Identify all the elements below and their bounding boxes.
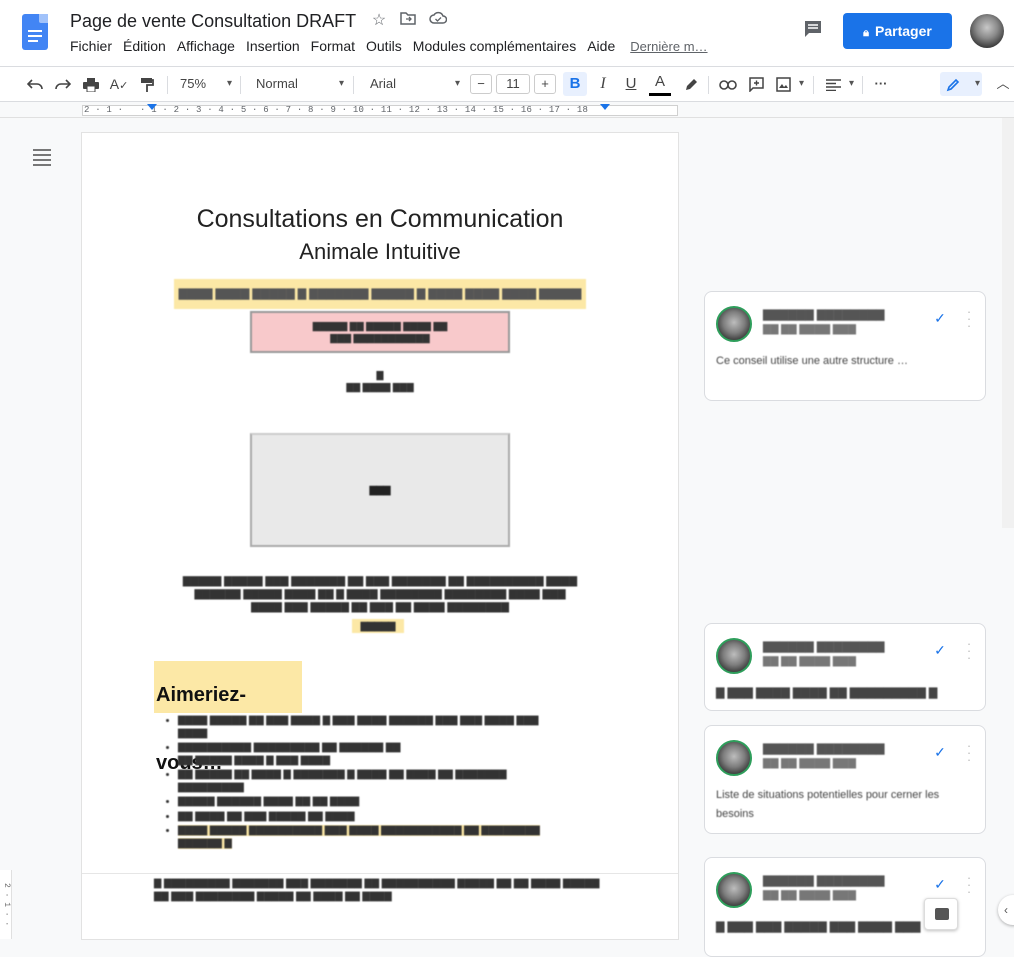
menu-fichier[interactable]: Fichier	[70, 38, 112, 54]
italic-button[interactable]: I	[592, 67, 614, 101]
comment-text: ▇ ▇▇▇ ▇▇▇▇ ▇▇▇▇ ▇▇ ▇▇▇▇▇▇▇▇▇ ▇	[716, 687, 938, 699]
menu-format[interactable]: Format	[311, 38, 355, 54]
print-icon[interactable]	[80, 67, 102, 101]
menu-bar: Fichier Édition Affichage Insertion Format Ou…	[70, 38, 719, 54]
decrease-font-button[interactable]: −	[470, 74, 492, 94]
document-title-line1: Consultations en Communication	[196, 205, 564, 233]
closing-paragraph: ▇ ▇▇▇▇▇▇▇▇▇ ▇▇▇▇▇▇▇ ▇▇▇ ▇▇▇▇▇▇▇ ▇▇ ▇▇▇▇▇…	[154, 878, 600, 902]
resolve-check-icon[interactable]: ✓	[931, 744, 949, 762]
comment-avatar	[716, 306, 752, 342]
comment-time: ▇▇ ▇▇ ▇▇▇▇ ▇▇▇	[763, 890, 856, 901]
lock-icon: 🔒︎	[863, 27, 870, 39]
bullet-list: ▇▇▇▇ ▇▇▇▇▇ ▇▇ ▇▇▇ ▇▇▇▇ ▇ ▇▇▇ ▇▇▇▇ ▇▇▇▇▇▇…	[178, 715, 608, 852]
comment-time: ▇▇ ▇▇ ▇▇▇▇ ▇▇▇	[763, 758, 856, 769]
list-item: ▇▇ ▇▇▇▇ ▇▇ ▇▇▇ ▇▇▇▇▇ ▇▇ ▇▇▇▇	[178, 811, 608, 824]
cloud-status-icon[interactable]	[427, 10, 449, 32]
share-button[interactable]: 🔒︎ Partager	[843, 13, 952, 49]
menu-modules[interactable]: Modules complémentaires	[413, 38, 576, 54]
text-color-button[interactable]: A	[648, 67, 672, 101]
comment-card[interactable]: ▇▇▇▇▇▇ ▇▇▇▇▇▇▇▇ ▇▇ ▇▇ ▇▇▇▇ ▇▇▇ ✓ · · · Ce …	[704, 291, 986, 401]
bold-button[interactable]: B	[563, 72, 587, 96]
editing-mode-icon[interactable]	[940, 72, 982, 96]
menu-edition[interactable]: Édition	[123, 38, 166, 54]
list-item: ▇▇ ▇▇▇▇▇ ▇▇ ▇▇▇▇ ▇ ▇▇▇▇▇▇▇ ▇ ▇▇▇▇ ▇▇ ▇▇▇…	[178, 769, 608, 794]
add-comment-icon[interactable]	[744, 67, 768, 101]
menu-affichage[interactable]: Affichage	[177, 38, 235, 54]
more-vert-icon[interactable]: · · ·	[963, 637, 975, 664]
formatting-toolbar: A✓ 75% Normal Arial − 11 + B I U A ··· ︿	[0, 66, 1014, 102]
comment-text: Liste de situations potentielles pour ce…	[716, 789, 940, 820]
scrollbar[interactable]	[1002, 118, 1014, 528]
insert-image-icon[interactable]	[772, 67, 806, 101]
comment-author: ▇▇▇▇▇▇ ▇▇▇▇▇▇▇▇	[763, 875, 885, 887]
align-icon[interactable]	[822, 67, 856, 101]
comment-author: ▇▇▇▇▇▇ ▇▇▇▇▇▇▇▇	[763, 309, 885, 321]
font-select[interactable]: Arial	[362, 67, 462, 101]
collapse-menus-icon[interactable]: ︿	[994, 67, 1012, 101]
resolve-check-icon[interactable]: ✓	[931, 642, 949, 660]
font-size-input[interactable]: 11	[496, 74, 530, 94]
highlight-icon[interactable]	[680, 67, 702, 101]
underline-button[interactable]: U	[620, 67, 642, 101]
video-placeholder[interactable]: ▇▇▇	[250, 433, 510, 547]
redo-icon[interactable]	[52, 67, 74, 101]
comment-avatar	[716, 638, 752, 674]
star-icon[interactable]: ☆	[368, 10, 390, 32]
cta-box[interactable]: ▇▇▇▇▇ ▇▇ ▇▇▇▇▇ ▇▇▇▇ ▇▇ ▇▇▇ ▇▇▇▇▇▇▇▇▇▇▇	[250, 311, 510, 353]
comment-author: ▇▇▇▇▇▇ ▇▇▇▇▇▇▇▇	[763, 641, 885, 653]
move-folder-icon[interactable]	[397, 10, 419, 32]
list-item: ▇▇▇▇▇ ▇▇▇▇▇▇ ▇▇▇▇ ▇▇ ▇▇ ▇▇▇▇	[178, 796, 608, 809]
text-color-label: A	[654, 73, 665, 90]
style-select[interactable]: Normal	[248, 67, 346, 101]
testimonial-quote: ▇▇▇▇▇ ▇▇▇▇▇ ▇▇▇ ▇▇▇▇▇▇▇ ▇▇ ▇▇▇ ▇▇▇▇▇▇▇ ▇…	[182, 576, 578, 613]
zoom-select[interactable]: 75%	[174, 67, 234, 101]
horizontal-ruler[interactable]: 2 · 1 · · 1 · 2 · 3 · 4 · 5 · 6 · 7 · 8 …	[0, 102, 1014, 118]
resolve-check-icon[interactable]: ✓	[931, 310, 949, 328]
comment-time: ▇▇ ▇▇ ▇▇▇▇ ▇▇▇	[763, 324, 856, 335]
menu-aide[interactable]: Aide	[587, 38, 615, 54]
quote-signature: ▇▇▇▇▇	[352, 619, 404, 633]
resolve-check-icon[interactable]: ✓	[931, 876, 949, 894]
more-options-button[interactable]: ···	[869, 67, 893, 101]
comment-history-icon[interactable]	[801, 19, 825, 43]
list-item: ▇▇▇▇ ▇▇▇▇▇ ▇▇ ▇▇▇ ▇▇▇▇ ▇ ▇▇▇ ▇▇▇▇ ▇▇▇▇▇▇…	[178, 715, 608, 740]
comment-time: ▇▇ ▇▇ ▇▇▇▇ ▇▇▇	[763, 656, 856, 667]
ruler-labels: 2 · 1 · · 1 · 2 · 3 · 4 · 5 · 6 · 7 · 8 …	[84, 105, 589, 115]
highlighted-tagline: ▇▇▇▇ ▇▇▇▇ ▇▇▇▇▇ ▇ ▇▇▇▇▇▇▇ ▇▇▇▇▇ ▇ ▇▇▇▇ ▇…	[174, 279, 586, 309]
menu-outils[interactable]: Outils	[366, 38, 402, 54]
document-title[interactable]: Page de vente Consultation DRAFT	[70, 11, 356, 32]
more-vert-icon[interactable]: · · ·	[963, 739, 975, 766]
share-label: Partager	[875, 23, 932, 39]
byline: ▇ ▇▇ ▇▇▇▇ ▇▇▇	[346, 370, 414, 392]
page-break	[82, 873, 678, 874]
link-icon[interactable]	[716, 67, 740, 101]
side-panel-toggle-icon[interactable]: ‹	[998, 895, 1014, 925]
increase-font-button[interactable]: +	[534, 74, 556, 94]
comment-avatar	[716, 872, 752, 908]
app-header: Page de vente Consultation DRAFT ☆ Fichi…	[0, 0, 1014, 66]
list-item: ▇▇▇▇▇▇▇▇▇▇ ▇▇▇▇▇▇▇▇▇ ▇▇ ▇▇▇▇▇▇ ▇▇▇▇ ▇▇▇▇…	[178, 742, 608, 767]
comment-author: ▇▇▇▇▇▇ ▇▇▇▇▇▇▇▇	[763, 743, 885, 755]
more-vert-icon[interactable]: · · ·	[963, 305, 975, 332]
section-heading: Aimeriez-vous…	[154, 661, 302, 774]
add-comment-float-icon[interactable]	[924, 898, 958, 930]
document-title-line2: Animale Intuitive	[299, 239, 461, 264]
comment-card[interactable]: ▇▇▇▇▇▇ ▇▇▇▇▇▇▇▇ ▇▇ ▇▇ ▇▇▇▇ ▇▇▇ ✓ · · · Lis…	[704, 725, 986, 834]
user-avatar[interactable]	[970, 14, 1004, 48]
comment-avatar	[716, 740, 752, 776]
more-vert-icon[interactable]: · · ·	[963, 871, 975, 898]
undo-icon[interactable]	[24, 67, 46, 101]
last-edit-link[interactable]: Dernière m…	[630, 39, 707, 54]
comment-text: Ce conseil utilise une autre structure …	[716, 355, 908, 367]
document-page[interactable]: Consultations en Communication Animale I…	[82, 133, 678, 939]
list-item: ▇▇▇▇ ▇▇▇▇▇ ▇▇▇▇▇▇▇▇▇▇ ▇▇▇ ▇▇▇▇ ▇▇▇▇▇▇▇▇▇…	[178, 825, 608, 850]
vertical-ruler[interactable]: 2 · 1 · ·	[0, 870, 12, 939]
comment-card[interactable]: ▇▇▇▇▇▇ ▇▇▇▇▇▇▇▇ ▇▇ ▇▇ ▇▇▇▇ ▇▇▇ ✓ · · · ▇ ▇…	[704, 623, 986, 711]
spellcheck-icon[interactable]: A✓	[108, 67, 130, 101]
docs-logo-icon[interactable]	[22, 14, 48, 50]
document-outline-icon[interactable]	[33, 149, 51, 166]
paint-format-icon[interactable]	[136, 67, 158, 101]
menu-insertion[interactable]: Insertion	[246, 38, 300, 54]
